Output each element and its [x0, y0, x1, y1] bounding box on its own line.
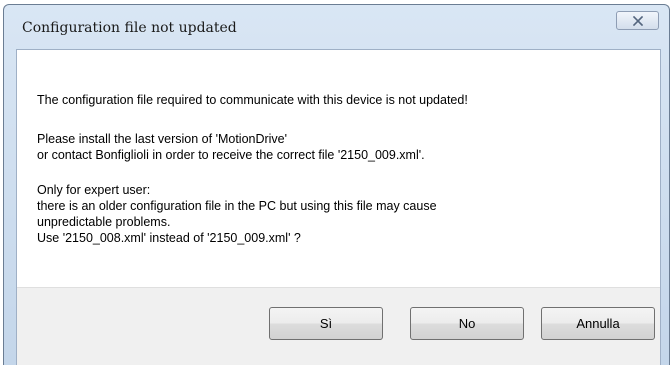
message-line: there is an older configuration file in …: [37, 199, 437, 213]
cancel-button[interactable]: Annulla: [541, 307, 655, 340]
message-line: Use '2150_008.xml' instead of '2150_009.…: [37, 231, 301, 245]
message-line: or contact Bonfiglioli in order to recei…: [37, 148, 425, 162]
button-bar: Sì No Annulla: [17, 287, 660, 365]
close-button[interactable]: [616, 11, 659, 30]
close-icon: [632, 15, 643, 26]
message-line: Please install the last version of 'Moti…: [37, 132, 288, 146]
title-bar[interactable]: Configuration file not updated: [4, 5, 669, 45]
dialog-content: The configuration file required to commu…: [16, 49, 661, 365]
message-line: unpredictable problems.: [37, 215, 171, 229]
yes-button[interactable]: Sì: [269, 307, 383, 340]
dialog-window: Configuration file not updated The confi…: [3, 4, 670, 365]
message-text: The configuration file required to commu…: [37, 92, 662, 246]
message-line: The configuration file required to commu…: [37, 93, 468, 107]
dialog-title: Configuration file not updated: [22, 20, 237, 36]
message-line: Only for expert user:: [37, 183, 151, 197]
no-button[interactable]: No: [410, 307, 524, 340]
